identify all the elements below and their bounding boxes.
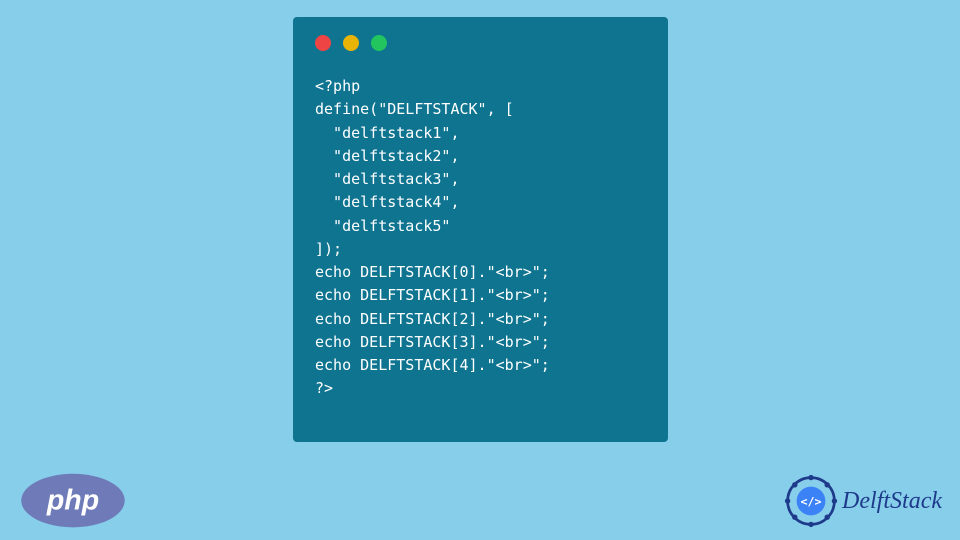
delftstack-icon: </> [784,474,838,528]
delftstack-text: DelftStack [842,488,942,515]
svg-text:php: php [46,484,99,516]
delftstack-logo: </> DelftStack [784,474,942,528]
svg-text:</>: </> [800,495,821,509]
close-dot [315,35,331,51]
window-controls [315,35,646,51]
php-logo: php [18,472,128,530]
minimize-dot [343,35,359,51]
code-content: <?php define("DELFTSTACK", [ "delftstack… [315,75,646,401]
maximize-dot [371,35,387,51]
code-window: <?php define("DELFTSTACK", [ "delftstack… [293,17,668,442]
